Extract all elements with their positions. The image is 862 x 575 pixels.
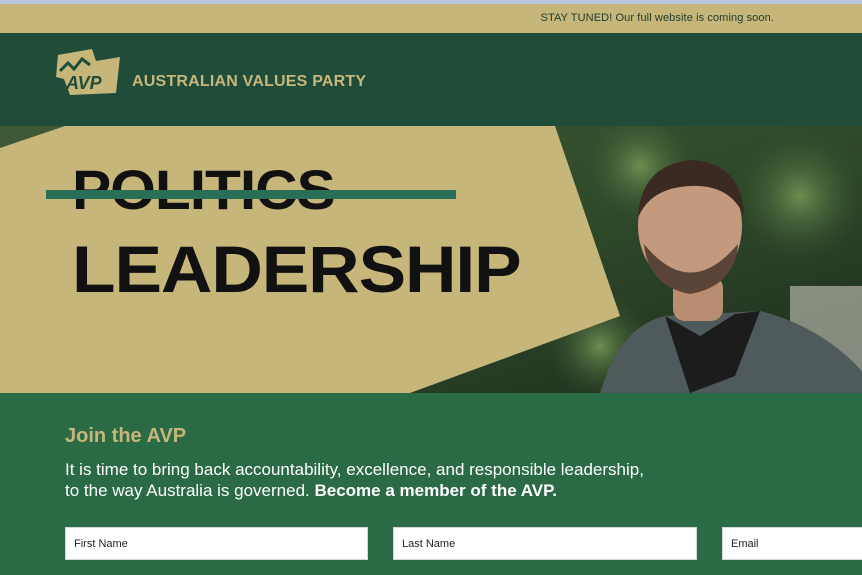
logo-text: AVP — [65, 73, 103, 93]
announcement-bar: STAY TUNED! Our full website is coming s… — [0, 4, 862, 33]
hero-main-word: LEADERSHIP — [72, 232, 522, 306]
join-section: Join the AVP It is time to bring back ac… — [0, 393, 862, 575]
announcement-text: STAY TUNED! Our full website is coming s… — [540, 12, 774, 24]
strikethrough-bar — [46, 190, 456, 199]
join-description-line2: to the way Australia is governed. — [65, 481, 315, 500]
join-title: Join the AVP — [65, 425, 187, 447]
avp-logo[interactable]: AVP — [56, 49, 124, 95]
hero-banner: POLITICS LEADERSHIP — [0, 126, 862, 393]
join-description: It is time to bring back accountability,… — [65, 459, 765, 501]
email-input[interactable] — [722, 527, 862, 560]
brand-name[interactable]: AUSTRALIAN VALUES PARTY — [132, 73, 366, 91]
join-cta-text: Become a member of the AVP. — [314, 481, 557, 500]
first-name-input[interactable] — [65, 527, 368, 560]
site-header: AVP AUSTRALIAN VALUES PARTY — [0, 33, 862, 126]
join-description-line1: It is time to bring back accountability,… — [65, 460, 644, 479]
last-name-input[interactable] — [393, 527, 697, 560]
